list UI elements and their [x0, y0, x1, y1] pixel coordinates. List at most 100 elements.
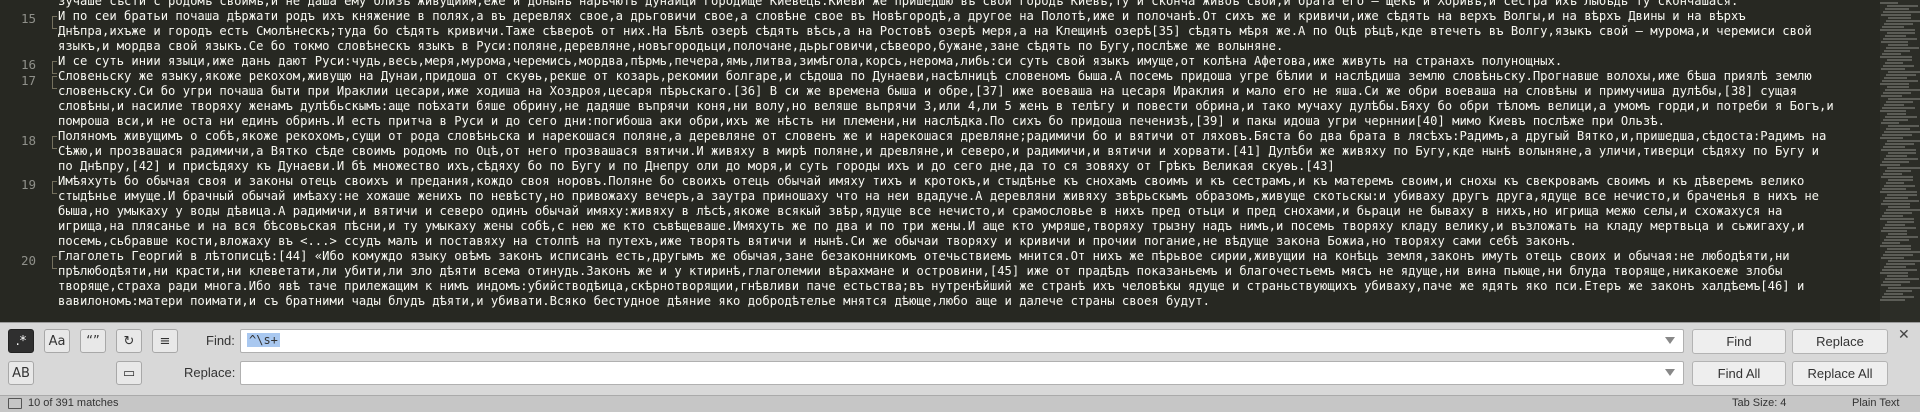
minimap-row: [1883, 38, 1917, 40]
minimap-row: [1888, 206, 1910, 208]
status-bar: 10 of 391 matches Tab Size: 4 Plain Text: [0, 395, 1920, 412]
minimap-row: [1885, 278, 1919, 280]
minimap-row: [1880, 164, 1900, 166]
in-selection-toggle[interactable]: ≡: [152, 329, 178, 353]
minimap-row: [1880, 245, 1911, 247]
minimap-row: [1887, 194, 1917, 196]
close-panel-icon[interactable]: ✕: [1898, 327, 1910, 343]
code-line: Днѣпра,ихъже и городъ есть Смолѣнескъ;ту…: [58, 24, 1812, 38]
line-number: 20: [20, 253, 36, 268]
minimap-row: [1882, 26, 1904, 28]
match-marker: [52, 181, 57, 194]
code-line: И се суть инии языци,иже дань дают Руси:…: [58, 54, 1563, 68]
minimap-row: [1885, 35, 1906, 37]
minimap-row: [1884, 50, 1910, 52]
minimap-row: [1881, 203, 1910, 205]
replace-button[interactable]: Replace: [1792, 329, 1888, 354]
minimap-row: [1887, 86, 1909, 88]
minimap-row: [1884, 266, 1906, 268]
regex-toggle[interactable]: .*: [8, 329, 34, 353]
highlight-matches-toggle[interactable]: ▭: [116, 361, 142, 385]
minimap-row: [1887, 167, 1920, 169]
minimap-row: [1882, 53, 1901, 55]
code-line: игрища,на плясанье и на вся бѣсовьская п…: [58, 219, 1805, 233]
minimap-row: [1882, 107, 1915, 109]
minimap-row: [1884, 77, 1907, 79]
minimap-row: [1888, 98, 1920, 100]
minimap-row: [1883, 227, 1916, 229]
code-line: прѣлюбодѣяти,ни красти,ни клеветати,ли у…: [58, 264, 1783, 278]
find-all-button[interactable]: Find All: [1692, 361, 1786, 386]
minimap-row: [1882, 188, 1906, 190]
minimap-row: [1880, 272, 1908, 274]
minimap-row: [1884, 185, 1915, 187]
minimap-row: [1880, 299, 1905, 301]
minimap-row: [1883, 200, 1919, 202]
minimap-row: [1883, 11, 1920, 13]
match-marker: [52, 61, 57, 74]
editor-area[interactable]: 15 16 17 18 19 20 зучаше състи с родомъ …: [0, 0, 1920, 322]
minimap-row: [1881, 257, 1904, 259]
minimap-row: [1886, 209, 1920, 211]
case-sensitive-toggle[interactable]: Aa: [44, 329, 70, 353]
minimap-row: [1884, 23, 1913, 25]
find-button[interactable]: Find: [1692, 329, 1786, 354]
tab-size[interactable]: Tab Size: 4: [1732, 397, 1786, 409]
code-line: Сѣжю,и прозвашася радимичи,а Вятко сѣде …: [58, 144, 1819, 158]
code-line: творяще,страха ради многа.Ибо явѣ таче п…: [58, 279, 1805, 293]
wrap-toggle[interactable]: ↻: [116, 329, 142, 353]
match-marker: [52, 76, 57, 89]
minimap-row: [1888, 260, 1920, 262]
find-history-dropdown-icon[interactable]: [1665, 337, 1675, 344]
line-number-gutter: 15 16 17 18 19 20: [0, 0, 57, 322]
minimap-row: [1885, 89, 1920, 91]
panel-switcher-icon[interactable]: [8, 398, 22, 409]
minimap-row: [1881, 122, 1899, 124]
minimap-row: [1880, 2, 1898, 4]
minimap-row: [1886, 128, 1910, 130]
code-line: быша,но умыкаху у воды дѣвица.А радимичи…: [58, 204, 1783, 218]
minimap-row: [1881, 14, 1911, 16]
find-field-value: ^\s+: [247, 333, 280, 347]
code-line: вавилономъ:матери поимати,и съ братними …: [58, 294, 1210, 308]
minimap-row: [1887, 275, 1908, 277]
minimap[interactable]: [1880, 0, 1920, 322]
code-line: словѣны,и насилие творяху женамъ дулѣбьс…: [58, 99, 1834, 113]
whole-word-toggle[interactable]: “”: [80, 329, 106, 353]
code-text[interactable]: зучаше състи с родомъ своимъ,и не даша е…: [58, 0, 1878, 322]
minimap-row: [1888, 125, 1919, 127]
minimap-row: [1887, 5, 1918, 7]
line-number: 19: [20, 177, 36, 192]
minimap-row: [1888, 71, 1920, 73]
minimap-row: [1880, 83, 1909, 85]
replace-all-button[interactable]: Replace All: [1792, 361, 1888, 386]
minimap-row: [1882, 269, 1917, 271]
minimap-row: [1888, 287, 1920, 289]
minimap-row: [1885, 224, 1905, 226]
code-line: зучаше състи с родомъ своимъ,и не даша е…: [58, 0, 1739, 8]
line-number: 18: [20, 133, 36, 148]
minimap-row: [1881, 284, 1901, 286]
minimap-row: [1884, 239, 1909, 241]
minimap-row: [1888, 179, 1913, 181]
minimap-row: [1888, 17, 1911, 19]
minimap-row: [1886, 155, 1907, 157]
minimap-row: [1880, 56, 1912, 58]
replace-field[interactable]: [240, 361, 1684, 385]
replace-history-dropdown-icon[interactable]: [1665, 369, 1675, 376]
code-line: Поляномъ живущимъ о собѣ,якоже рекохомъ,…: [58, 129, 1827, 143]
minimap-row: [1882, 296, 1914, 298]
syntax-mode[interactable]: Plain Text: [1852, 397, 1900, 409]
minimap-row: [1881, 149, 1916, 151]
minimap-row: [1884, 131, 1920, 133]
minimap-row: [1880, 218, 1914, 220]
code-line: стыдѣнье имуще.И брачный обычай имѣаху:н…: [58, 189, 1819, 203]
find-field[interactable]: ^\s+: [240, 329, 1684, 353]
minimap-row: [1880, 110, 1906, 112]
minimap-row: [1881, 230, 1907, 232]
match-count: 10 of 391 matches: [28, 397, 119, 409]
match-marker: [52, 16, 57, 29]
minimap-row: [1881, 41, 1908, 43]
minimap-row: [1884, 104, 1904, 106]
preserve-case-toggle[interactable]: AB: [8, 361, 34, 385]
